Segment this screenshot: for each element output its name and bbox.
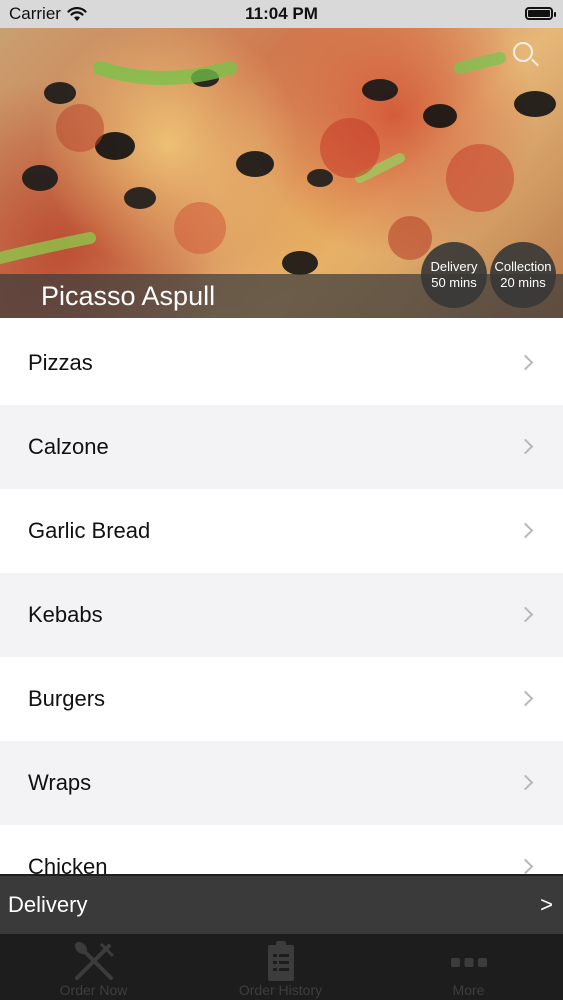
- collection-time-badge: Collection 20 mins: [490, 242, 556, 308]
- hero-search-icon[interactable]: [513, 42, 533, 62]
- menu-category-label: Calzone: [28, 434, 109, 459]
- fork-knife-icon: [74, 941, 114, 980]
- menu-category-label: Pizzas: [28, 350, 93, 375]
- chevron-right-icon: [517, 522, 534, 539]
- menu-category-label: Wraps: [28, 770, 92, 795]
- menu-category-label: Kebabs: [28, 602, 103, 627]
- more-dots-icon: [450, 958, 487, 967]
- tab-order-history[interactable]: Order History: [187, 934, 374, 1000]
- order-mode-arrow-icon: >: [540, 892, 553, 917]
- chevron-right-icon: [517, 690, 534, 707]
- tab-label: Order History: [238, 982, 323, 998]
- restaurant-hero-image: Delivery 50 mins Collection 20 mins Pica…: [0, 28, 563, 318]
- delivery-badge-label: Delivery: [430, 259, 478, 274]
- status-time: 11:04 PM: [245, 4, 318, 23]
- chevron-right-icon: [517, 858, 534, 875]
- tab-label: More: [452, 982, 485, 998]
- collection-badge-time: 20 mins: [500, 275, 546, 290]
- restaurant-name: Picasso Aspull: [41, 281, 216, 311]
- receipt-icon: [267, 941, 294, 981]
- menu-category-label: Burgers: [28, 686, 106, 711]
- order-mode-bar[interactable]: Delivery >: [0, 874, 563, 934]
- chevron-right-icon: [517, 606, 534, 623]
- delivery-time-badge: Delivery 50 mins: [421, 242, 487, 308]
- menu-category-label: Garlic Bread: [28, 518, 151, 543]
- menu-category-wraps[interactable]: Wraps: [0, 741, 563, 825]
- tab-order-now[interactable]: Order Now: [0, 934, 187, 1000]
- menu-category-garlic-bread[interactable]: Garlic Bread: [0, 489, 563, 573]
- collection-badge-label: Collection: [494, 259, 552, 274]
- status-bar: Carrier 11:04 PM: [0, 0, 563, 28]
- chevron-right-icon: [517, 354, 534, 371]
- menu-category-list: Pizzas Calzone Garlic Bread Kebabs Burge…: [0, 321, 563, 909]
- battery-icon: [525, 7, 556, 20]
- tab-more[interactable]: More: [375, 934, 562, 1000]
- chevron-right-icon: [517, 774, 534, 791]
- order-mode-label: Delivery: [8, 892, 88, 917]
- tab-bar: Order Now Order History More: [0, 934, 563, 1000]
- tab-label: Order Now: [59, 982, 128, 998]
- menu-category-pizzas[interactable]: Pizzas: [0, 321, 563, 405]
- chevron-right-icon: [517, 438, 534, 455]
- menu-category-calzone[interactable]: Calzone: [0, 405, 563, 489]
- delivery-badge-time: 50 mins: [431, 275, 477, 290]
- menu-category-kebabs[interactable]: Kebabs: [0, 573, 563, 657]
- menu-category-burgers[interactable]: Burgers: [0, 657, 563, 741]
